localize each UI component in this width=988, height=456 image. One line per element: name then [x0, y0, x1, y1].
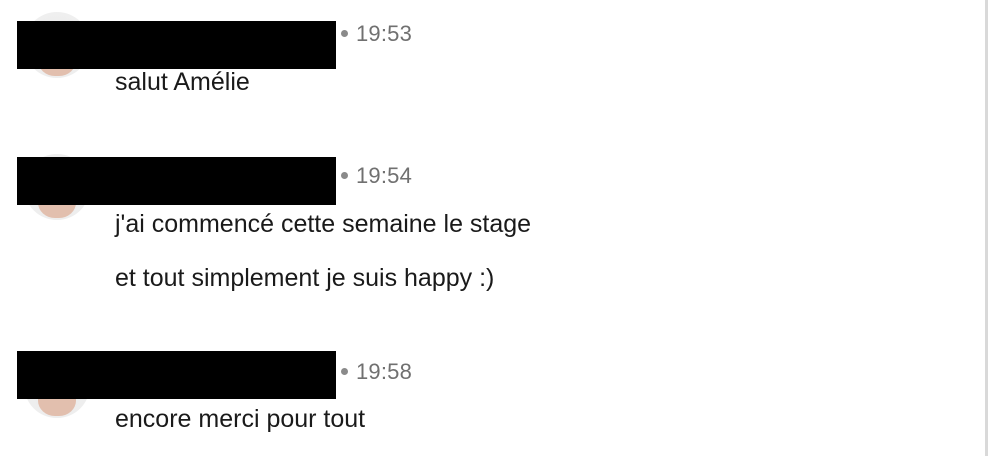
message-timestamp: 19:53 [341, 21, 412, 47]
separator-dot-icon [341, 171, 348, 179]
message-text: et tout simplement je suis happy :) [115, 264, 495, 292]
redacted-sender-name [17, 21, 336, 69]
separator-dot-icon [341, 367, 348, 375]
message-text: encore merci pour tout [115, 405, 366, 433]
message-text: salut Amélie [115, 68, 250, 96]
separator-dot-icon [341, 29, 348, 37]
redacted-sender-name [17, 351, 336, 399]
message-timestamp: 19:54 [341, 163, 412, 189]
message-timestamp: 19:58 [341, 359, 412, 385]
redacted-sender-name [17, 157, 336, 205]
message-text: j'ai commencé cette semaine le stage [115, 210, 532, 238]
